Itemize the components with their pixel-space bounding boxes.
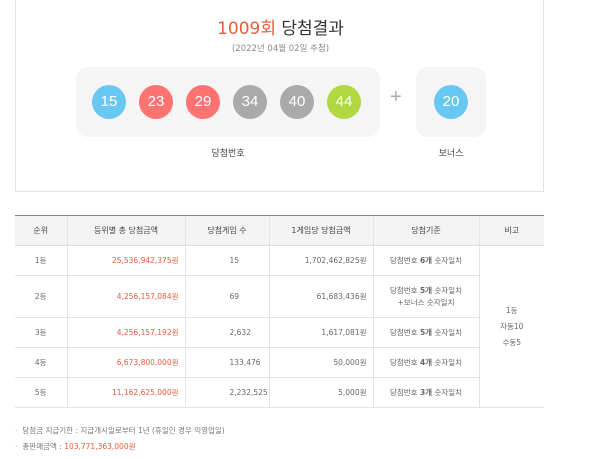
winning-ball-4: 34 [233, 85, 267, 119]
winning-ball-3: 29 [186, 85, 220, 119]
header-note: 비고 [478, 215, 544, 246]
criteria-cell: 당첨번호 6개 숫자일치 [372, 245, 479, 276]
winner-count-cell: 133,476 [184, 347, 269, 378]
total-prize-cell: 4,256,157,192원 [66, 317, 185, 348]
criteria-count: 6개 [419, 255, 433, 265]
rank-cell: 2등 [15, 275, 67, 318]
rank-cell: 4등 [15, 347, 67, 378]
criteria-cell: 당첨번호 5개 숫자일치 +보너스 숫자일치 [372, 275, 479, 318]
note-line: 수동5 [502, 337, 522, 347]
bonus-label: 보너스 [438, 149, 464, 159]
winning-ball-5: 40 [280, 85, 314, 119]
payout-deadline-note: · 당첨금 지급기한 : 지급개시일로부터 1년 (휴일인 경우 익영업일) [15, 425, 225, 436]
table-row: 2등 4,256,157,084원 69 61,683,436원 당첨번호 5개… [15, 275, 544, 318]
header-criteria: 당첨기준 [372, 215, 479, 246]
header-total-prize: 등위별 총 당첨금액 [66, 215, 185, 246]
criteria-text: 숫자일치 [432, 285, 463, 295]
criteria-cell: 당첨번호 5개 숫자일치 [372, 317, 479, 348]
total-prize-cell: 4,256,157,084원 [66, 275, 185, 318]
payout-deadline-text: 당첨금 지급기한 : 지급개시일로부터 1년 (휴일인 경우 익영업일) [22, 426, 225, 435]
winner-count-cell: 69 [184, 275, 269, 318]
prize-per-game-cell: 50,000원 [268, 347, 373, 378]
total-sales-value: 103,771,363,000원 [64, 442, 136, 451]
bonus-ball: 20 [434, 85, 468, 119]
total-sales-note: · 총판매금액 : 103,771,363,000원 [15, 441, 136, 452]
criteria-cell: 당첨번호 3개 숫자일치 [372, 377, 479, 408]
criteria-count: 5개 [419, 327, 433, 337]
prize-table: 순위 등위별 총 당첨금액 당첨게임 수 1게임당 당첨금액 당첨기준 비고 1… [15, 215, 544, 408]
criteria-bonus-text: +보너스 숫자일치 [397, 297, 455, 307]
table-row: 3등 4,256,157,192원 2,632 1,617,081원 당첨번호 … [15, 317, 544, 348]
total-prize-cell: 11,162,625,000원 [66, 377, 185, 408]
table-row: 5등 11,162,625,000원 2,232,525 5,000원 당첨번호… [15, 377, 544, 408]
winner-count-cell: 2,632 [184, 317, 269, 348]
round-title-suffix: 당첨결과 [281, 19, 344, 39]
total-prize-cell: 25,536,942,375원 [66, 245, 185, 276]
prize-per-game-cell: 1,702,462,825원 [268, 245, 373, 276]
bullet-icon: · [15, 426, 18, 435]
criteria-text: 당첨번호 [389, 255, 420, 265]
winning-numbers-label: 당첨번호 [211, 149, 245, 159]
table-header-row: 순위 등위별 총 당첨금액 당첨게임 수 1게임당 당첨금액 당첨기준 비고 [15, 215, 544, 246]
header-winner-count: 당첨게임 수 [184, 215, 269, 246]
note-line: 1등 [505, 305, 518, 315]
draw-result-box: 1009회 당첨결과 (2022년 04월 02일 추첨) 15 23 29 3… [15, 0, 544, 192]
note-line: 자동10 [500, 321, 524, 331]
criteria-count: 3개 [419, 387, 433, 397]
winning-ball-2: 23 [139, 85, 173, 119]
prize-per-game-cell: 5,000원 [268, 377, 373, 408]
prize-per-game-cell: 1,617,081원 [268, 317, 373, 348]
criteria-text: 당첨번호 [389, 387, 420, 397]
winning-ball-1: 15 [92, 85, 126, 119]
plus-sign: + [390, 86, 402, 108]
criteria-cell: 당첨번호 4개 숫자일치 [372, 347, 479, 378]
criteria-text: 당첨번호 [389, 327, 420, 337]
criteria-text: 숫자일치 [432, 357, 463, 367]
total-prize-cell: 6,673,800,000원 [66, 347, 185, 378]
table-row: 4등 6,673,800,000원 133,476 50,000원 당첨번호 4… [15, 347, 544, 378]
round-number: 1009회 [217, 19, 276, 39]
criteria-text: 숫자일치 [432, 387, 463, 397]
criteria-text: 당첨번호 [389, 357, 420, 367]
note-cell: 1등 자동10 수동5 [478, 245, 544, 408]
bonus-number-panel: 20 [416, 67, 486, 137]
round-title: 1009회 당첨결과 [16, 14, 545, 39]
winning-ball-6: 44 [327, 85, 361, 119]
header-prize-per-game: 1게임당 당첨금액 [268, 215, 373, 246]
header-rank: 순위 [15, 215, 67, 246]
table-row: 1등 25,536,942,375원 15 1,702,462,825원 당첨번… [15, 245, 544, 408]
rank-cell: 3등 [15, 317, 67, 348]
prize-per-game-cell: 61,683,436원 [268, 275, 373, 318]
criteria-count: 4개 [419, 357, 433, 367]
winner-count-cell: 15 [184, 245, 269, 276]
criteria-text: 숫자일치 [432, 327, 463, 337]
criteria-text: 숫자일치 [432, 255, 463, 265]
rank-cell: 5등 [15, 377, 67, 408]
total-sales-label: 총판매금액 : [22, 442, 65, 451]
winning-numbers-panel: 15 23 29 34 40 44 [76, 67, 380, 137]
draw-date: (2022년 04월 02일 추첨) [231, 44, 330, 54]
criteria-count: 5개 [419, 285, 433, 295]
winner-count-cell: 2,232,525 [184, 377, 269, 408]
bullet-icon: · [15, 442, 18, 451]
rank-cell: 1등 [15, 245, 67, 276]
criteria-text: 당첨번호 [389, 285, 420, 295]
